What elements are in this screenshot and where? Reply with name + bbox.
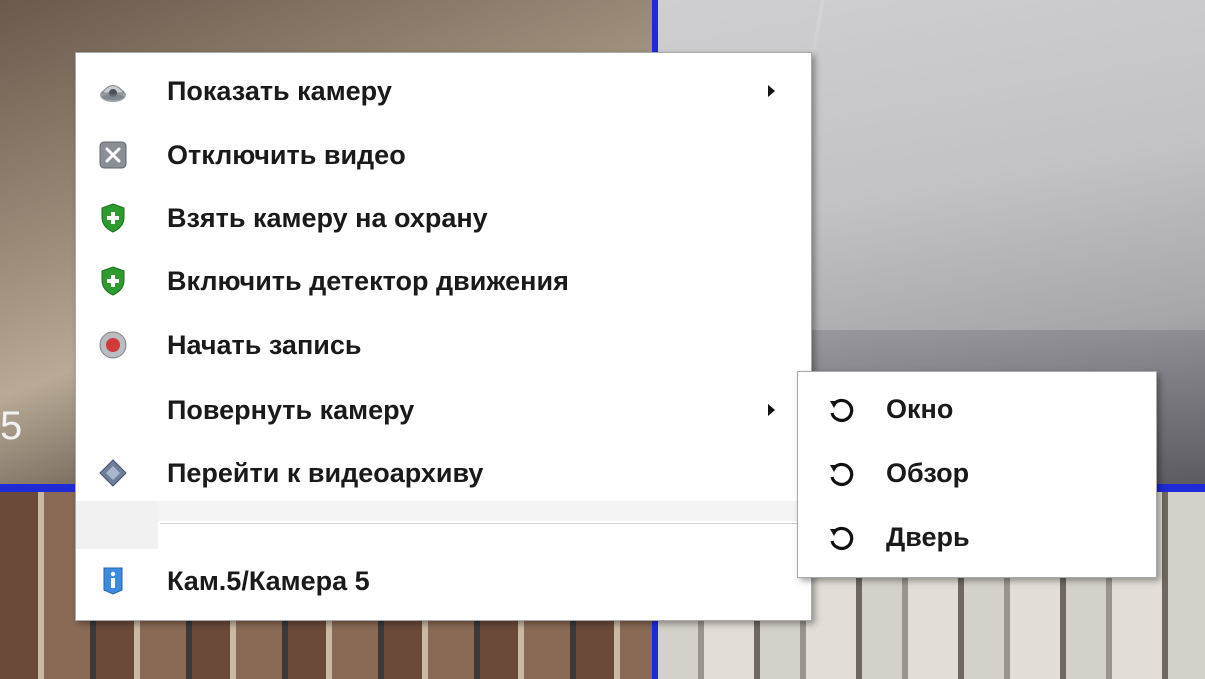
- menu-item-label: Перейти к видеоархиву: [167, 457, 484, 488]
- rotate-icon: [826, 525, 854, 553]
- menu-item-label: Кам.5/Камера 5: [167, 565, 370, 596]
- menu-item-label: Взять камеру на охрану: [167, 202, 488, 233]
- menu-item-label: Включить детектор движения: [167, 265, 569, 296]
- camera-number-label: 5: [0, 404, 23, 448]
- submenu-item-label: Окно: [886, 394, 954, 424]
- menu-item-label: Повернуть камеру: [167, 394, 415, 425]
- archive-diamond-icon: [98, 458, 128, 488]
- menu-item-label: Показать камеру: [167, 75, 392, 106]
- menu-item-arm-camera[interactable]: Взять камеру на охрану: [76, 188, 811, 248]
- submenu-item-door[interactable]: Дверь: [798, 508, 1156, 570]
- rotate-camera-submenu: Окно Обзор Дверь: [797, 371, 1157, 578]
- menu-item-label: Начать запись: [167, 329, 362, 360]
- menu-item-camera-info[interactable]: Кам.5/Камера 5: [76, 551, 811, 611]
- context-menu: Показать камеру Отключить видео Взять ка…: [75, 52, 812, 621]
- submenu-item-window[interactable]: Окно: [798, 380, 1156, 442]
- shield-plus-icon: [98, 266, 128, 296]
- submenu-arrow-icon: [768, 404, 775, 416]
- submenu-arrow-icon: [768, 85, 775, 97]
- menu-item-enable-motion-detector[interactable]: Включить детектор движения: [76, 251, 811, 311]
- rotate-icon: [826, 397, 854, 425]
- rotate-icon: [826, 461, 854, 489]
- submenu-item-label: Обзор: [886, 458, 970, 488]
- menu-separator: [76, 501, 811, 549]
- menu-item-show-camera[interactable]: Показать камеру: [76, 61, 811, 121]
- camera-dome-icon: [98, 76, 128, 106]
- shield-plus-icon: [98, 203, 128, 233]
- info-icon: [98, 566, 128, 596]
- menu-item-go-to-archive[interactable]: Перейти к видеоархиву: [76, 443, 811, 503]
- menu-item-rotate-camera[interactable]: Повернуть камеру: [76, 380, 811, 440]
- menu-item-start-recording[interactable]: Начать запись: [76, 315, 811, 375]
- menu-item-label: Отключить видео: [167, 139, 406, 170]
- record-icon: [98, 330, 128, 360]
- submenu-item-overview[interactable]: Обзор: [798, 444, 1156, 506]
- submenu-item-label: Дверь: [886, 522, 970, 552]
- disable-video-icon: [98, 140, 128, 170]
- menu-item-disable-video[interactable]: Отключить видео: [76, 125, 811, 185]
